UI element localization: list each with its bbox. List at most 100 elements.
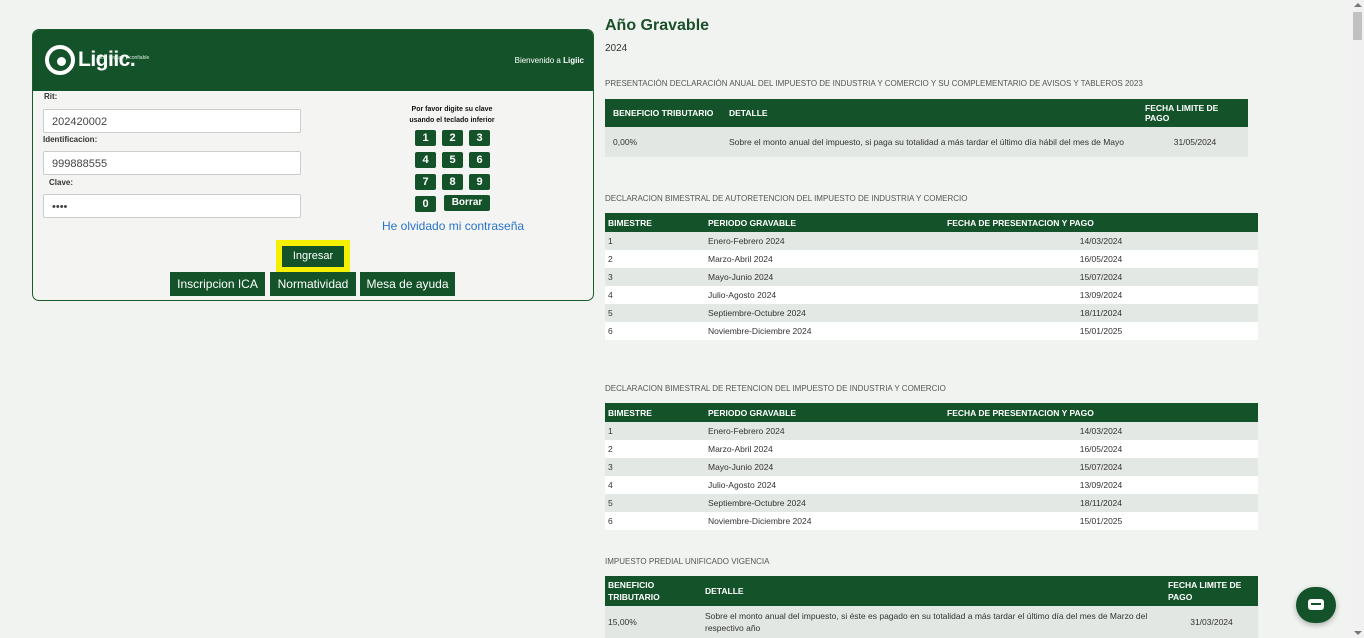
borrar-button[interactable]: Borrar bbox=[444, 195, 490, 211]
table-cell: 4 bbox=[605, 476, 705, 494]
table-autoretencion: BIMESTRE PERIODO GRAVABLE FECHA DE PRESE… bbox=[605, 213, 1258, 340]
column-header: BIMESTRE bbox=[605, 403, 705, 422]
key-1[interactable]: 1 bbox=[415, 130, 436, 146]
table-retencion: BIMESTRE PERIODO GRAVABLE FECHA DE PRESE… bbox=[605, 403, 1258, 530]
key-9[interactable]: 9 bbox=[469, 174, 490, 190]
column-header: DETALLE bbox=[702, 576, 1165, 606]
hint-line-2: usando el teclado inferior bbox=[409, 117, 495, 124]
key-5[interactable]: 5 bbox=[442, 152, 463, 168]
table-row: 6 Noviembre-Diciembre 2024 15/01/2025 bbox=[605, 512, 1258, 530]
key-3[interactable]: 3 bbox=[469, 130, 490, 146]
column-header: FECHA LIMITE DE PAGO bbox=[1165, 576, 1258, 606]
rit-label: Rit: bbox=[44, 92, 58, 101]
table-cell: Mayo-Junio 2024 bbox=[705, 268, 944, 286]
welcome-prefix: Bienvenido a bbox=[514, 56, 561, 65]
key-4[interactable]: 4 bbox=[415, 152, 436, 168]
table-cell: 15/01/2025 bbox=[944, 512, 1258, 530]
logo-mark-icon bbox=[45, 45, 75, 75]
key-2[interactable]: 2 bbox=[442, 130, 463, 146]
table-row: 6 Noviembre-Diciembre 2024 15/01/2025 bbox=[605, 322, 1258, 340]
table-cell: Enero-Febrero 2024 bbox=[705, 232, 944, 250]
key-6[interactable]: 6 bbox=[469, 152, 490, 168]
table-cell: 31/03/2024 bbox=[1165, 606, 1258, 638]
table-cell: 14/03/2024 bbox=[944, 232, 1258, 250]
table-row: 4 Julio-Agosto 2024 13/09/2024 bbox=[605, 286, 1258, 304]
table-cell: 3 bbox=[605, 458, 705, 476]
table-predial: BENEFICIO TRIBUTARIO DETALLE FECHA LIMIT… bbox=[605, 576, 1258, 638]
table-cell: Julio-Agosto 2024 bbox=[705, 286, 944, 304]
table-cell: 18/11/2024 bbox=[944, 304, 1258, 322]
clave-label: Clave: bbox=[49, 178, 74, 187]
table-row: 3 Mayo-Junio 2024 15/07/2024 bbox=[605, 268, 1258, 286]
logo-tagline: fácil, seguro y confiable bbox=[97, 55, 150, 61]
rit-input[interactable]: 202420002 bbox=[43, 109, 301, 133]
page-scrollbar[interactable] bbox=[1351, 0, 1364, 638]
table-row: 15,00% Sobre el monto anual del impuesto… bbox=[605, 606, 1258, 638]
table-row: 2 Marzo-Abril 2024 16/05/2024 bbox=[605, 250, 1258, 268]
page-title: Año Gravable bbox=[605, 17, 710, 34]
table-cell: Noviembre-Diciembre 2024 bbox=[705, 512, 944, 530]
table-cell: Septiembre-Octubre 2024 bbox=[705, 494, 944, 512]
hint-line-1: Por favor digite su clave bbox=[411, 106, 493, 113]
table-cell: 18/11/2024 bbox=[944, 494, 1258, 512]
welcome-text: Bienvenido a Ligiic bbox=[515, 56, 584, 65]
table-anual: BENEFICIO TRIBUTARIO DETALLE FECHA LIMIT… bbox=[605, 99, 1248, 157]
table-cell: Marzo-Abril 2024 bbox=[705, 440, 944, 458]
table-row: 2 Marzo-Abril 2024 16/05/2024 bbox=[605, 440, 1258, 458]
clave-input[interactable]: •••• bbox=[43, 194, 301, 218]
table-row: 5 Septiembre-Octubre 2024 18/11/2024 bbox=[605, 494, 1258, 512]
column-header: DETALLE bbox=[726, 99, 1142, 127]
forgot-password-link[interactable]: He olvidado mi contraseña bbox=[382, 219, 524, 233]
table-cell: 2 bbox=[605, 440, 705, 458]
scroll-up-icon[interactable] bbox=[1354, 3, 1362, 7]
table-cell: 0,00% bbox=[605, 127, 726, 157]
table-row: 1 Enero-Febrero 2024 14/03/2024 bbox=[605, 232, 1258, 250]
section-title-autoretencion: DECLARACION BIMESTRAL DE AUTORETENCION D… bbox=[605, 194, 968, 203]
table-cell: Septiembre-Octubre 2024 bbox=[705, 304, 944, 322]
chat-button[interactable] bbox=[1296, 587, 1336, 623]
keypad-hint: Por favor digite su clave usando el tecl… bbox=[406, 104, 498, 126]
table-cell: 13/09/2024 bbox=[944, 476, 1258, 494]
table-cell: Mayo-Junio 2024 bbox=[705, 458, 944, 476]
column-header: FECHA DE PRESENTACION Y PAGO bbox=[944, 403, 1258, 422]
scroll-down-icon[interactable] bbox=[1354, 631, 1362, 635]
table-cell: 6 bbox=[605, 512, 705, 530]
scrollbar-thumb[interactable] bbox=[1353, 12, 1362, 40]
table-cell: 15/07/2024 bbox=[944, 458, 1258, 476]
table-cell: 3 bbox=[605, 268, 705, 286]
section-title-anual: PRESENTACIÓN DECLARACIÓN ANUAL DEL IMPUE… bbox=[605, 79, 1143, 88]
table-row: 0,00% Sobre el monto anual del impuesto,… bbox=[605, 127, 1248, 157]
table-cell: Julio-Agosto 2024 bbox=[705, 476, 944, 494]
identificacion-input[interactable]: 999888555 bbox=[43, 151, 301, 175]
chat-icon bbox=[1308, 599, 1324, 610]
table-cell: 15,00% bbox=[605, 606, 702, 638]
mesa-de-ayuda-button[interactable]: Mesa de ayuda bbox=[360, 272, 455, 296]
table-cell: 13/09/2024 bbox=[944, 286, 1258, 304]
column-header: BIMESTRE bbox=[605, 213, 705, 232]
table-cell: 1 bbox=[605, 422, 705, 440]
section-title-predial: IMPUESTO PREDIAL UNIFICADO VIGENCIA bbox=[605, 557, 770, 566]
login-panel: Ligiic. fácil, seguro y confiable Bienve… bbox=[32, 29, 594, 301]
table-cell: 2 bbox=[605, 250, 705, 268]
table-row: 1 Enero-Febrero 2024 14/03/2024 bbox=[605, 422, 1258, 440]
key-7[interactable]: 7 bbox=[415, 174, 436, 190]
column-header: PERIODO GRAVABLE bbox=[705, 213, 944, 232]
identificacion-label: Identificacion: bbox=[43, 135, 98, 144]
key-0[interactable]: 0 bbox=[415, 196, 436, 212]
key-8[interactable]: 8 bbox=[442, 174, 463, 190]
table-cell: 16/05/2024 bbox=[944, 440, 1258, 458]
table-cell: 5 bbox=[605, 304, 705, 322]
table-cell: 4 bbox=[605, 286, 705, 304]
login-header: Ligiic. fácil, seguro y confiable Bienve… bbox=[33, 30, 593, 91]
table-cell: Sobre el monto anual del impuesto, si pa… bbox=[726, 127, 1142, 157]
table-cell: Noviembre-Diciembre 2024 bbox=[705, 322, 944, 340]
year-value: 2024 bbox=[605, 43, 628, 54]
table-cell: 5 bbox=[605, 494, 705, 512]
welcome-brand: Ligiic bbox=[563, 56, 584, 65]
inscripcion-ica-button[interactable]: Inscripcion ICA bbox=[170, 272, 265, 296]
ingresar-button[interactable]: Ingresar bbox=[282, 246, 344, 267]
table-cell: Sobre el monto anual del impuesto, si és… bbox=[702, 606, 1165, 638]
table-row: 5 Septiembre-Octubre 2024 18/11/2024 bbox=[605, 304, 1258, 322]
normatividad-button[interactable]: Normatividad bbox=[270, 272, 356, 296]
table-cell: Marzo-Abril 2024 bbox=[705, 250, 944, 268]
